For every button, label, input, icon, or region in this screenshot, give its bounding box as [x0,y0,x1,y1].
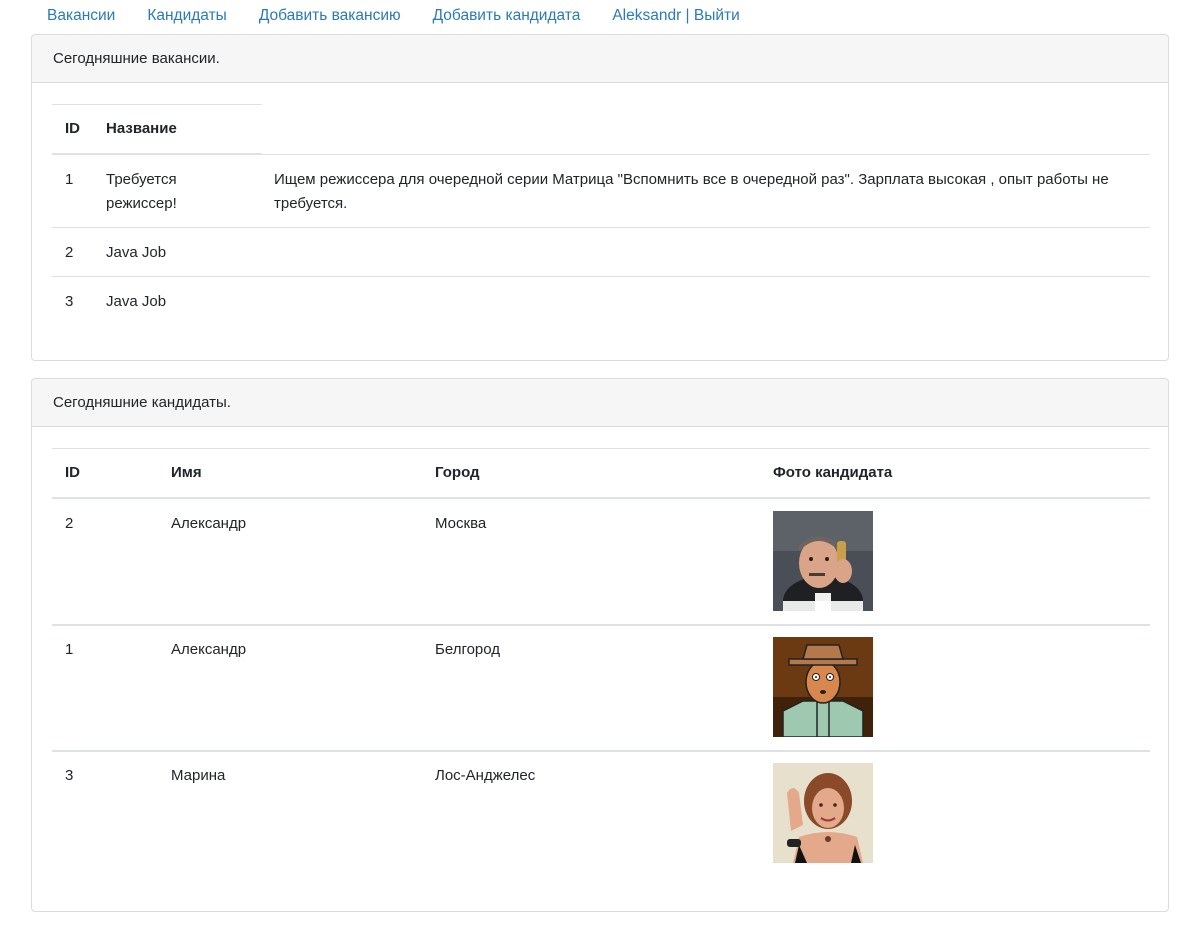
nav-user-logout-link[interactable]: Aleksandr | Выйти [596,7,755,25]
vacancy-name: Java Job [106,293,167,310]
vacancy-id: 1 [65,171,74,188]
vacancies-col-id-header: ID [65,120,80,137]
nav-add-candidate-link[interactable]: Добавить кандидата [417,7,597,25]
candidates-col-id-header: ID [65,464,80,481]
candidate-id: 1 [65,641,74,658]
candidate-name: Марина [171,767,226,784]
candidates-table-top-border [52,448,1150,449]
vacancies-row-divider [52,276,1150,277]
candidates-header-bottom-border [52,497,1150,499]
candidates-card-header: Сегодняшние кандидаты. [32,379,1168,427]
vacancy-id: 3 [65,293,74,310]
vacancies-row-border [262,154,1150,155]
candidate-city: Белгород [435,641,501,658]
vacancies-card: Сегодняшние вакансии. ID Название 1 Треб… [31,34,1169,361]
vacancies-table-top-border [52,104,262,105]
candidate-photo [773,763,873,863]
candidates-row-divider [52,624,1150,626]
candidates-col-name-header: Имя [171,464,202,481]
nav-candidates-link[interactable]: Кандидаты [131,7,242,25]
candidate-city: Лос-Анджелес [435,767,536,784]
top-nav: Вакансии Кандидаты Добавить вакансию Доб… [32,0,756,32]
candidates-col-city-header: Город [435,464,480,481]
vacancies-row-divider [52,227,1150,228]
candidate-name: Александр [171,641,247,658]
candidate-city: Москва [435,515,487,532]
candidate-photo [773,511,873,611]
vacancies-col-name-header: Название [106,120,177,137]
vacancy-name: Требуется режиссер! [106,171,177,212]
vacancies-header-bottom-border [52,153,262,155]
candidate-name: Александр [171,515,247,532]
candidate-id: 3 [65,767,74,784]
candidate-id: 2 [65,515,74,532]
vacancy-name: Java Job [106,244,167,261]
candidates-row-divider [52,750,1150,752]
vacancy-description: Ищем режиссера для очередной серии Матри… [274,171,1109,212]
nav-add-vacancy-link[interactable]: Добавить вакансию [243,7,417,25]
vacancy-id: 2 [65,244,74,261]
nav-vacancies-link[interactable]: Вакансии [32,7,131,25]
vacancies-card-header: Сегодняшние вакансии. [32,35,1168,83]
candidate-photo [773,637,873,737]
candidates-card: Сегодняшние кандидаты. ID Имя Город Фото… [31,378,1169,912]
candidates-col-photo-header: Фото кандидата [773,464,893,481]
